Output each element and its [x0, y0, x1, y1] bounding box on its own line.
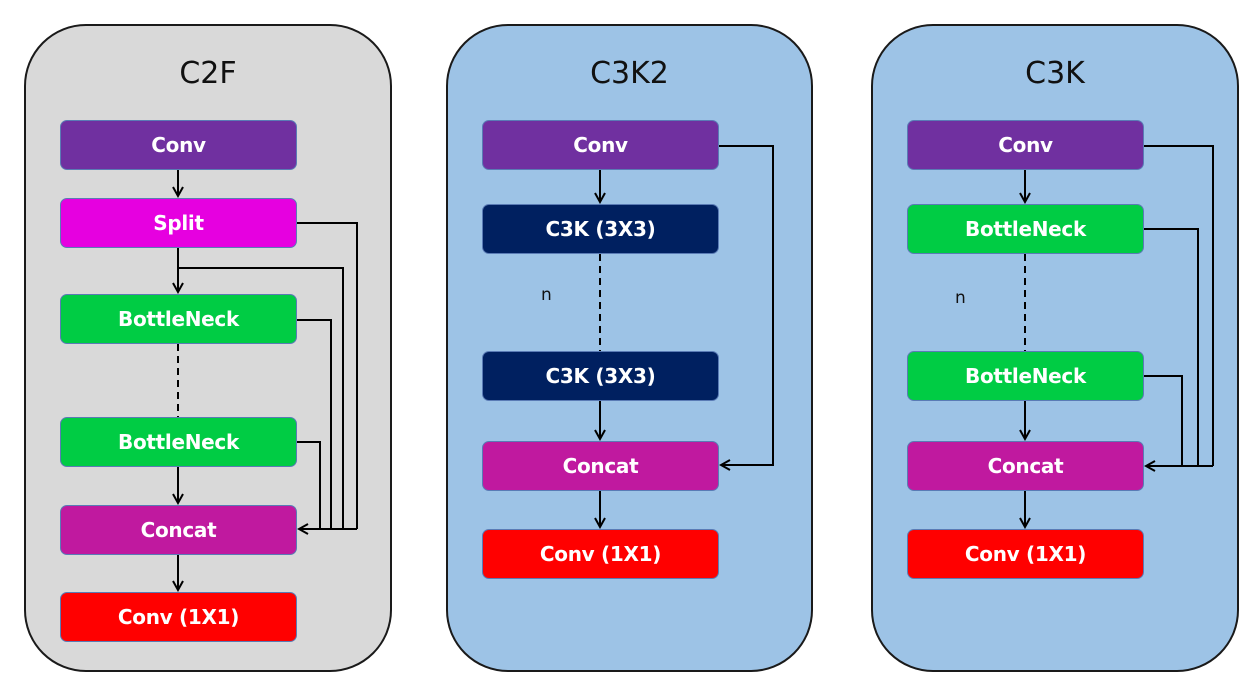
c3k2-conv-block: Conv: [482, 120, 719, 170]
c2f-bottleneck-block-first: BottleNeck: [60, 294, 297, 344]
panel-title: C2F: [179, 56, 237, 91]
c3k2-c3k-block-first: C3K (3X3): [482, 204, 719, 254]
c2f-split-block: Split: [60, 198, 297, 248]
c3k-bottleneck-block-first: BottleNeck: [907, 204, 1144, 254]
panel-title: C3K2: [590, 56, 669, 91]
c2f-conv1x1-block: Conv (1X1): [60, 592, 297, 642]
c3k2-conv1x1-block: Conv (1X1): [482, 529, 719, 579]
c3k-repeat-label: n: [955, 288, 966, 308]
c3k2-concat-block: Concat: [482, 441, 719, 491]
c2f-bottleneck-block-last: BottleNeck: [60, 417, 297, 467]
c2f-concat-block: Concat: [60, 505, 297, 555]
c2f-conv-block: Conv: [60, 120, 297, 170]
c3k-concat-block: Concat: [907, 441, 1144, 491]
c3k-conv-block: Conv: [907, 120, 1144, 170]
c3k2-c3k-block-last: C3K (3X3): [482, 351, 719, 401]
c3k-bottleneck-block-last: BottleNeck: [907, 351, 1144, 401]
c3k-conv1x1-block: Conv (1X1): [907, 529, 1144, 579]
c3k2-repeat-label: n: [541, 285, 552, 305]
panel-title: C3K: [1025, 56, 1085, 91]
